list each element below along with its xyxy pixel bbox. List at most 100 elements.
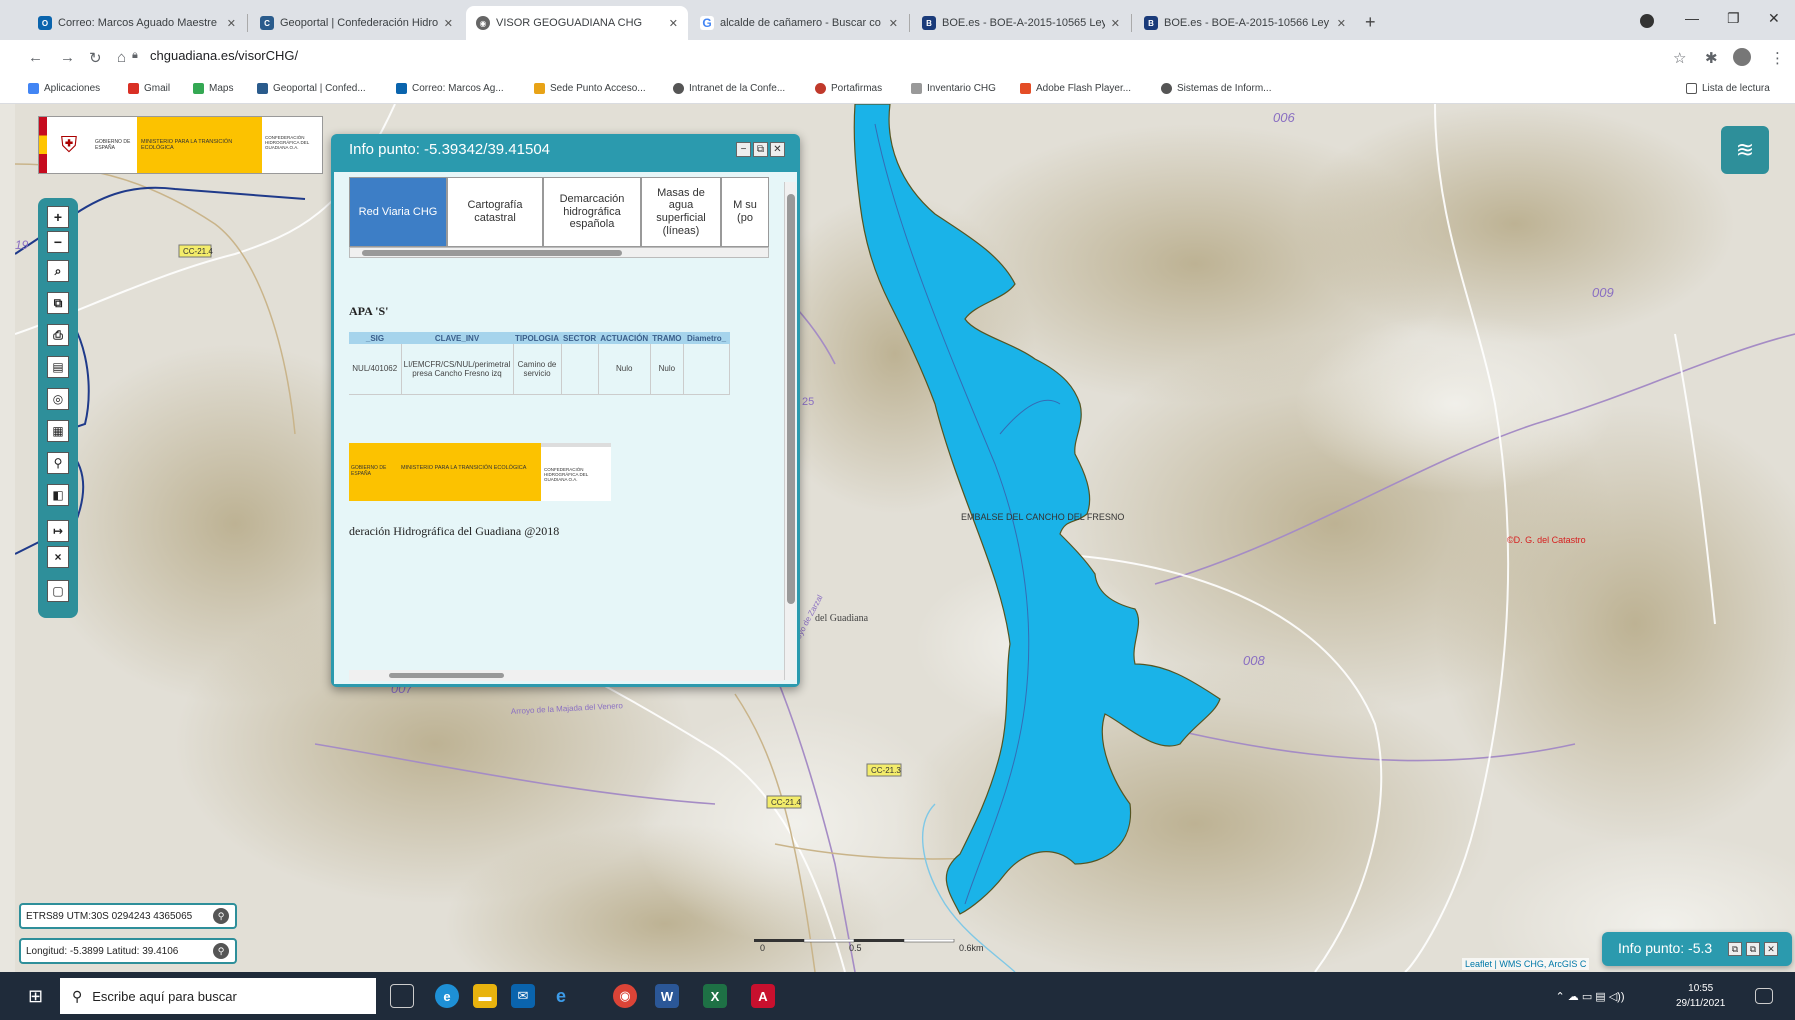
tab-red-viaria[interactable]: Red Viaria CHG (349, 177, 447, 247)
chrome-icon[interactable]: ◉ (613, 984, 637, 1008)
popup-minimize-button[interactable]: − (736, 142, 751, 157)
zoom-out-button[interactable]: − (47, 231, 69, 253)
avatar[interactable] (1733, 48, 1751, 66)
minimize-button[interactable]: — (1685, 10, 1699, 26)
magnifier-icon[interactable]: ⚲ (47, 452, 69, 474)
tab-boe-1[interactable]: B BOE.es - BOE-A-2015-10565 Ley ✕ (912, 6, 1130, 40)
layers-button[interactable]: ≋ (1721, 126, 1769, 174)
excel-icon[interactable]: X (703, 984, 727, 1008)
star-icon[interactable]: ☆ (1673, 49, 1686, 67)
search-layer-icon[interactable]: ⧉ (47, 292, 69, 314)
bookmark-gmail[interactable]: Gmail (128, 83, 170, 94)
latlon-coordinates[interactable]: Longitud: -5.3899 Latitud: 39.4106 ⚲ (19, 938, 237, 964)
popup-vertical-scrollbar[interactable] (784, 182, 796, 680)
tab-cartografia[interactable]: Cartografía catastral (447, 177, 543, 247)
bookmark-flash[interactable]: Adobe Flash Player... (1020, 83, 1131, 94)
popup-close-button[interactable]: ✕ (770, 142, 785, 157)
print-icon[interactable]: ⎙ (47, 324, 69, 346)
overview-icon[interactable]: ◧ (47, 484, 69, 506)
scroll-thumb[interactable] (787, 194, 795, 604)
reading-list-icon (1686, 83, 1697, 94)
table-cell: Camino de servicio (513, 344, 562, 395)
calculator-icon[interactable]: ▦ (47, 420, 69, 442)
tab-label: BOE.es - BOE-A-2015-10565 Ley (942, 17, 1105, 29)
new-tab-button[interactable]: + (1365, 12, 1376, 33)
close-icon[interactable]: ✕ (669, 17, 678, 30)
close-icon[interactable]: ✕ (1111, 17, 1120, 30)
bookmark-inventario[interactable]: Inventario CHG (911, 83, 996, 94)
back-icon[interactable]: ← (28, 49, 43, 66)
word-icon[interactable]: W (655, 984, 679, 1008)
bookmark-sistemas[interactable]: Sistemas de Inform... (1161, 83, 1271, 94)
restore-button[interactable]: ❐ (1727, 10, 1740, 27)
extensions-icon[interactable]: ✱ (1705, 49, 1718, 67)
popup-detach-button[interactable]: ⧉ (1746, 942, 1760, 956)
location-pin-icon[interactable]: ⚲ (213, 943, 229, 959)
acrobat-icon[interactable]: A (751, 984, 775, 1008)
close-icon[interactable]: ✕ (444, 17, 453, 30)
tab-masas-poligonos[interactable]: M su (po (721, 177, 769, 247)
internet-explorer-icon[interactable]: e (549, 984, 573, 1008)
popup-horizontal-scrollbar[interactable] (349, 670, 784, 681)
document-icon[interactable]: ▤ (47, 356, 69, 378)
forward-icon[interactable]: → (60, 49, 75, 66)
info-point-popup[interactable]: Info punto: -5.39342/39.41504 − ⧉ ✕ Red … (331, 134, 800, 687)
popup-detach-button[interactable]: ⧉ (753, 142, 768, 157)
task-view-icon[interactable] (390, 984, 414, 1008)
fullscreen-icon[interactable]: ▢ (47, 580, 69, 602)
measure-distance-icon[interactable]: ↦ (47, 520, 69, 542)
close-window-button[interactable]: ✕ (1768, 10, 1780, 27)
map-canvas[interactable]: 006 009 008 007 19 EMBALSE DEL CANCHO DE… (15, 104, 1795, 972)
lock-icon[interactable]: 🔒︎ (132, 49, 138, 62)
utm-coordinates[interactable]: ETRS89 UTM:30S 0294243 4365065 ⚲ (19, 903, 237, 929)
locate-icon[interactable]: ◎ (47, 388, 69, 410)
popup-close-button[interactable]: ✕ (1764, 942, 1778, 956)
address-bar: ← → ↻ ⌂ 🔒︎ chguadiana.es/visorCHG/ ☆ ✱ ⋮ (0, 40, 1795, 76)
taskbar-clock[interactable]: 10:55 29/11/2021 (1676, 981, 1725, 1011)
reading-list[interactable]: Lista de lectura (1686, 83, 1770, 94)
scroll-thumb[interactable] (389, 673, 504, 678)
close-icon[interactable]: ✕ (1337, 17, 1346, 30)
profile-icon[interactable] (1640, 14, 1654, 28)
zoom-in-button[interactable]: + (47, 206, 69, 228)
bookmark-geoportal[interactable]: Geoportal | Confed... (257, 83, 366, 94)
tab-separator (1131, 14, 1132, 32)
windows-start-icon[interactable]: ⊞ (28, 986, 43, 1007)
tab-visor[interactable]: ◉ VISOR GEOGUADIANA CHG ✕ (466, 6, 688, 40)
map-attribution[interactable]: Leaflet | WMS CHG, ArcGIS C (1462, 958, 1590, 970)
notifications-icon[interactable] (1755, 988, 1773, 1004)
tab-boe-2[interactable]: B BOE.es - BOE-A-2015-10566 Ley ✕ (1134, 6, 1356, 40)
file-explorer-icon[interactable]: ▬ (473, 984, 497, 1008)
bookmark-maps[interactable]: Maps (193, 83, 233, 94)
clear-icon[interactable]: × (47, 546, 69, 568)
tab-masas-agua[interactable]: Masas de agua superficial (líneas) (641, 177, 721, 247)
bookmark-sede[interactable]: Sede Punto Acceso... (534, 83, 646, 94)
tab-correo[interactable]: O Correo: Marcos Aguado Maestre ✕ (28, 6, 246, 40)
system-tray-icons[interactable]: ⌃ ☁ ▭ ▤ ◁)) (1545, 984, 1635, 1008)
bookmark-correo[interactable]: Correo: Marcos Ag... (396, 83, 504, 94)
reload-icon[interactable]: ↻ (89, 49, 102, 67)
close-icon[interactable]: ✕ (227, 17, 236, 30)
tab-geoportal[interactable]: C Geoportal | Confederación Hidro ✕ (250, 6, 463, 40)
menu-icon[interactable]: ⋮ (1770, 49, 1785, 67)
mail-icon[interactable]: ✉ (511, 984, 535, 1008)
tab-google[interactable]: G alcalde de cañamero - Buscar co ✕ (690, 6, 908, 40)
zone-label-006: 006 (1273, 110, 1295, 125)
bookmark-apps[interactable]: Aplicaciones (28, 83, 100, 94)
col-header: SECTOR (561, 332, 599, 344)
tab-demarcacion[interactable]: Demarcación hidrográfica española (543, 177, 641, 247)
close-icon[interactable]: ✕ (889, 17, 898, 30)
url-field[interactable]: chguadiana.es/visorCHG/ (150, 48, 298, 63)
info-point-mini-popup[interactable]: Info punto: -5.3 ⧉ ⧉ ✕ (1602, 932, 1792, 966)
bookmark-intranet[interactable]: Intranet de la Confe... (673, 83, 785, 94)
clock-date: 29/11/2021 (1676, 998, 1726, 1009)
location-pin-icon[interactable]: ⚲ (213, 908, 229, 924)
scroll-thumb[interactable] (362, 250, 622, 256)
tabs-scrollbar[interactable] (349, 247, 769, 258)
bookmark-portafirmas[interactable]: Portafirmas (815, 83, 882, 94)
home-icon[interactable]: ⌂ (117, 49, 126, 66)
taskbar-search[interactable]: ⚲ Escribe aquí para buscar (60, 978, 376, 1014)
zoom-box-icon[interactable]: ⌕ (47, 260, 69, 282)
popup-detach-button[interactable]: ⧉ (1728, 942, 1742, 956)
edge-icon[interactable]: e (435, 984, 459, 1008)
